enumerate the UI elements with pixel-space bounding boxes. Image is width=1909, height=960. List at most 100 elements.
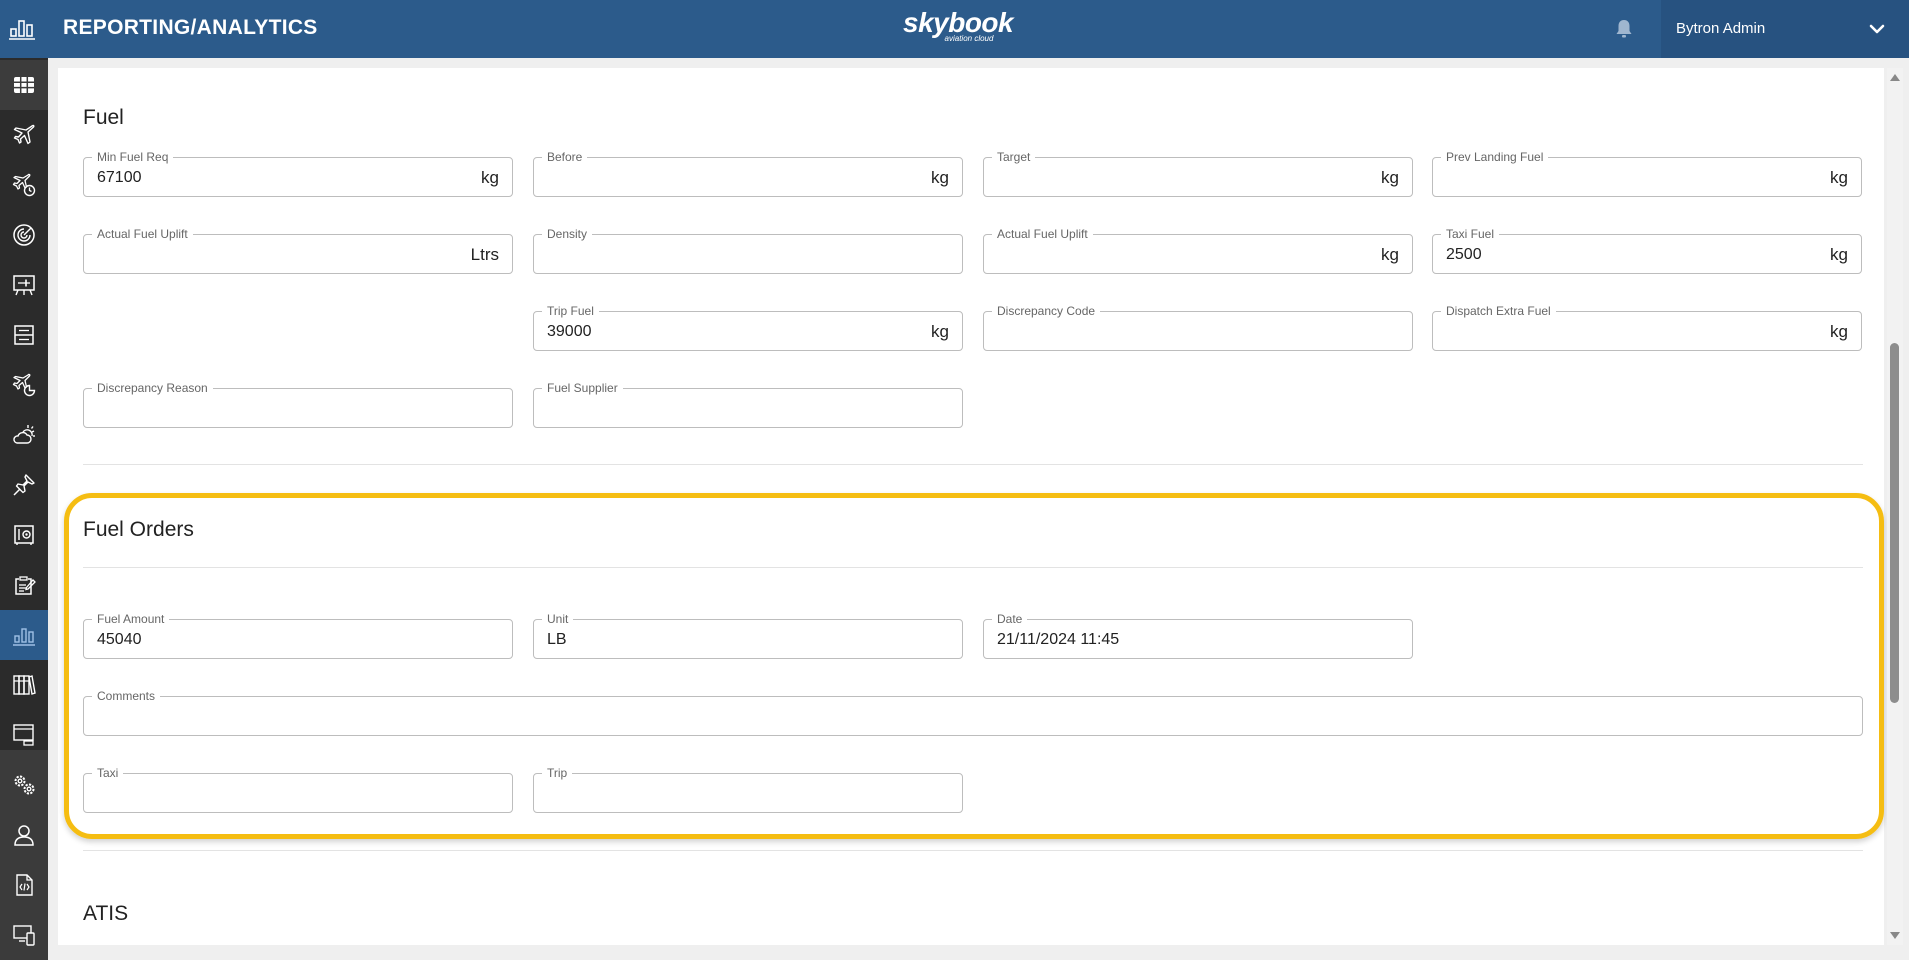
- sidebar-item-devices[interactable]: [0, 910, 48, 960]
- field-unit: kg: [931, 322, 949, 341]
- clipboard-edit-icon: [15, 576, 36, 595]
- field-unit: kg: [481, 168, 499, 187]
- plane-schedule-icon: [12, 373, 36, 397]
- field-value[interactable]: 2500: [1446, 245, 1786, 265]
- field-label: Unit: [542, 612, 574, 626]
- field-label: Comments: [92, 689, 161, 703]
- prev-landing-fuel-field[interactable]: Prev Landing Fuel kg: [1432, 150, 1862, 197]
- top-bar: REPORTING/ANALYTICS skybook aviation clo…: [0, 0, 1909, 58]
- field-label: Fuel Amount: [92, 612, 170, 626]
- sidebar-item-display[interactable]: [0, 710, 48, 760]
- weather-icon: [13, 425, 35, 444]
- taxi-fuel-field[interactable]: Taxi Fuel 2500 kg: [1432, 227, 1862, 274]
- bell-icon[interactable]: [1614, 18, 1634, 40]
- scroll-up-arrow-icon[interactable]: [1890, 74, 1900, 81]
- field-label: Prev Landing Fuel: [1441, 150, 1549, 164]
- field-value[interactable]: 45040: [97, 630, 437, 650]
- plane-icon: [13, 124, 35, 145]
- sidebar-item-schedules[interactable]: [0, 360, 48, 410]
- field-value[interactable]: LB: [547, 630, 887, 650]
- comments-field[interactable]: Comments: [83, 689, 1863, 736]
- discrepancy-reason-field[interactable]: Discrepancy Reason: [83, 381, 513, 428]
- sidebar-item-vault[interactable]: [0, 510, 48, 560]
- field-unit: kg: [1381, 245, 1399, 264]
- code-file-icon: [16, 874, 33, 896]
- bar-chart-icon: [13, 628, 35, 646]
- field-label: Density: [542, 227, 593, 241]
- field-unit: kg: [931, 168, 949, 187]
- field-unit: Ltrs: [470, 245, 499, 264]
- field-value[interactable]: 39000: [547, 322, 887, 342]
- field-label: Discrepancy Reason: [92, 381, 213, 395]
- scroll-down-arrow-icon[interactable]: [1890, 932, 1900, 939]
- section-divider: [83, 850, 1863, 851]
- actual-fuel-uplift-kg-field[interactable]: Actual Fuel Uplift kg: [983, 227, 1413, 274]
- sidebar: [0, 58, 48, 960]
- sidebar-item-dashboard[interactable]: [0, 60, 48, 110]
- pin-icon: [13, 474, 35, 496]
- field-label: Dispatch Extra Fuel: [1441, 304, 1556, 318]
- field-label: Before: [542, 150, 588, 164]
- briefing-board-icon: [13, 275, 35, 296]
- drawer-icon: [14, 325, 34, 345]
- devices-icon: [13, 925, 35, 946]
- field-label: Trip: [542, 766, 573, 780]
- sidebar-item-flights[interactable]: [0, 110, 48, 160]
- field-unit: kg: [1830, 168, 1848, 187]
- field-value[interactable]: 67100: [97, 168, 437, 188]
- before-fuel-field[interactable]: Before kg: [533, 150, 963, 197]
- fuel-orders-section-title: Fuel Orders: [83, 518, 194, 541]
- min-fuel-req-field[interactable]: Min Fuel Req 67100 kg: [83, 150, 513, 197]
- field-label: Fuel Supplier: [542, 381, 623, 395]
- sidebar-item-reports[interactable]: [0, 560, 48, 610]
- safe-icon: [14, 525, 34, 545]
- skybook-logo[interactable]: skybook aviation cloud: [903, 8, 1014, 48]
- density-field[interactable]: Density: [533, 227, 963, 274]
- trip-fuel-field[interactable]: Trip Fuel 39000 kg: [533, 304, 963, 351]
- section-divider: [83, 464, 1863, 465]
- unit-field[interactable]: Unit LB: [533, 612, 963, 659]
- sidebar-item-briefing[interactable]: [0, 260, 48, 310]
- sidebar-item-api[interactable]: [0, 860, 48, 910]
- grid-icon: [14, 77, 34, 93]
- radar-icon: [13, 224, 35, 246]
- plane-clock-icon: [12, 173, 36, 197]
- target-fuel-field[interactable]: Target kg: [983, 150, 1413, 197]
- sidebar-item-weather[interactable]: [0, 410, 48, 460]
- field-unit: kg: [1381, 168, 1399, 187]
- field-label: Discrepancy Code: [992, 304, 1101, 318]
- trip-field[interactable]: Trip: [533, 766, 963, 813]
- field-unit: kg: [1830, 245, 1848, 264]
- field-value[interactable]: 21/11/2024 11:45: [997, 630, 1337, 650]
- sidebar-item-tracking[interactable]: [0, 210, 48, 260]
- field-label: Date: [992, 612, 1028, 626]
- field-label: Target: [992, 150, 1036, 164]
- chevron-down-icon[interactable]: [1868, 20, 1886, 38]
- sidebar-item-library[interactable]: [0, 660, 48, 710]
- sidebar-item-reporting-analytics[interactable]: [0, 610, 48, 660]
- sidebar-item-routes[interactable]: [0, 310, 48, 360]
- sidebar-item-users[interactable]: [0, 810, 48, 860]
- sidebar-item-flight-times[interactable]: [0, 160, 48, 210]
- bar-chart-icon: [9, 20, 35, 40]
- field-label: Trip Fuel: [542, 304, 599, 318]
- user-menu[interactable]: Bytron Admin: [1661, 0, 1909, 58]
- user-icon: [14, 825, 34, 846]
- date-field[interactable]: Date 21/11/2024 11:45: [983, 612, 1413, 659]
- atis-section-title: ATIS: [83, 902, 129, 925]
- fuel-orders-header-divider: [83, 567, 1863, 568]
- dispatch-extra-fuel-field[interactable]: Dispatch Extra Fuel kg: [1432, 304, 1862, 351]
- fuel-amount-field[interactable]: Fuel Amount 45040: [83, 612, 513, 659]
- taxi-field[interactable]: Taxi: [83, 766, 513, 813]
- fuel-supplier-field[interactable]: Fuel Supplier: [533, 381, 963, 428]
- field-label: Taxi Fuel: [1441, 227, 1500, 241]
- actual-fuel-uplift-ltrs-field[interactable]: Actual Fuel Uplift Ltrs: [83, 227, 513, 274]
- sidebar-item-notams[interactable]: [0, 460, 48, 510]
- field-label: Actual Fuel Uplift: [992, 227, 1093, 241]
- settings-gears-icon: [14, 775, 35, 795]
- library-icon: [13, 675, 36, 695]
- discrepancy-code-field[interactable]: Discrepancy Code: [983, 304, 1413, 351]
- vertical-scrollbar[interactable]: [1887, 68, 1903, 945]
- scrollbar-thumb[interactable]: [1890, 343, 1899, 703]
- sidebar-item-settings[interactable]: [0, 760, 48, 810]
